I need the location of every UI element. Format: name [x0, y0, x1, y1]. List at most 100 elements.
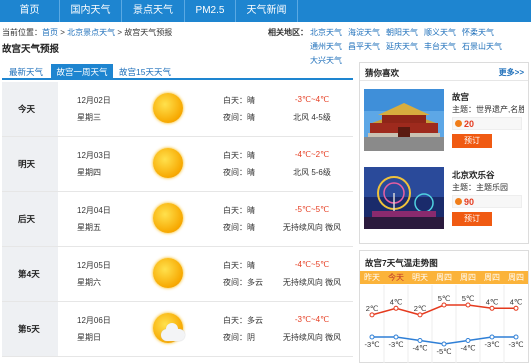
attraction-name[interactable]: 故宫 [452, 91, 469, 103]
breadcrumb: 当前位置：首页 > 北京景点天气 > 故宫天气预报 [2, 27, 172, 38]
forecast-day-row: 明天 12月03日 星期四 白天：晴 夜间：晴 -4℃~2℃ 北风 5-6级 [2, 137, 353, 192]
trend-day-row: 昨天 今天 明天 周四 周四 周四 周四 [360, 271, 528, 284]
daytime-weather: 白天：多云 [223, 316, 263, 325]
low-temp-label: -5℃ [436, 347, 452, 356]
recommend-title: 猜你喜欢 [365, 68, 400, 78]
high-temp-point [489, 305, 495, 311]
daytime-weather: 白天：晴 [223, 96, 255, 105]
nav-pm25[interactable]: PM2.5 [185, 0, 236, 22]
related-city-link[interactable]: 海淀天气 [348, 26, 380, 40]
page: { "nav": { "items": ["首页", "国内天气", "景点天气… [0, 0, 531, 363]
sunny-icon [149, 254, 187, 292]
low-temp-label: -3℃ [364, 340, 380, 349]
tab-latest-weather[interactable]: 最新天气 [2, 64, 50, 80]
page-title: 故宫天气预报 [2, 44, 60, 55]
day-weekday: 星期五 [77, 223, 101, 232]
trend-title: 故宫7天气温走势图 [365, 258, 438, 268]
high-temp-label: 5℃ [438, 294, 451, 303]
daytime-weather: 白天：晴 [223, 261, 255, 270]
related-city-link[interactable]: 昌平天气 [348, 40, 380, 54]
high-temp-label: 4℃ [510, 297, 523, 306]
low-temp-point [489, 334, 495, 340]
trend-day-label: 明天 [412, 273, 428, 282]
wind-info: 北风 5-6级 [293, 168, 331, 177]
price-icon [455, 120, 462, 127]
related-city-link[interactable]: 丰台天气 [424, 40, 456, 54]
related-label: 相关地区： [268, 28, 308, 37]
day-label: 第4天 [2, 247, 58, 301]
price-icon [455, 198, 462, 205]
recommend-panel: 猜你喜欢 更多>> 故宫 主题：世界遗产,名胜古迹 20 预订 [359, 62, 529, 244]
attraction-card: 故宫 主题：世界遗产,名胜古迹 20 预订 [362, 89, 528, 155]
high-temp-point [393, 305, 399, 311]
related-city-link[interactable]: 朝阳天气 [386, 26, 418, 40]
trend-day-label: 今天 [388, 273, 404, 282]
day-weekday: 星期日 [77, 333, 101, 342]
day-weekday: 星期四 [77, 168, 101, 177]
happy-valley-photo[interactable] [364, 167, 444, 229]
forbidden-city-photo[interactable] [364, 89, 444, 151]
high-temp-label: 4℃ [486, 297, 499, 306]
low-temp-label: -3℃ [484, 340, 500, 349]
day-label: 明天 [2, 137, 58, 191]
high-temp-point [417, 312, 423, 318]
related-city-link[interactable]: 北京天气 [310, 26, 342, 40]
top-nav: 首页 国内天气 景点天气 PM2.5 天气新闻 [0, 0, 531, 22]
forecast-rows: 今天 12月02日 星期三 白天：晴 夜间：晴 -3℃~4℃ 北风 4-5级 明天 12月03日… [2, 82, 353, 357]
high-temp-label: 2℃ [414, 304, 427, 313]
sunny-icon [149, 144, 187, 182]
temperature-range: -3℃~4℃ [294, 315, 330, 324]
forecast-day-row: 第5天 12月06日 星期日 白天：多云 夜间：阴 -3℃~4℃ 无持续风向 微风 [2, 302, 353, 357]
related-city-link[interactable]: 石景山天气 [462, 40, 502, 54]
high-temp-point [465, 302, 471, 308]
related-city-link[interactable]: 通州天气 [310, 40, 342, 54]
day-date: 12月05日 [77, 261, 111, 270]
attraction-name[interactable]: 北京欢乐谷 [452, 169, 495, 181]
trend-day-label: 周四 [436, 273, 452, 282]
breadcrumb-parent[interactable]: 北京景点天气 [67, 28, 115, 37]
nav-weather-news[interactable]: 天气新闻 [236, 0, 298, 22]
related-city-link[interactable]: 延庆天气 [386, 40, 418, 54]
sunny-icon [149, 199, 187, 237]
low-temp-label: -3℃ [388, 340, 404, 349]
low-temp-label: -4℃ [460, 344, 476, 353]
forecast-tabs: 最新天气 故宫一周天气 故宫15天天气 [2, 62, 353, 80]
day-date: 12月06日 [77, 316, 111, 325]
low-temp-label: -4℃ [412, 344, 428, 353]
wind-info: 无持续风向 微风 [282, 223, 342, 232]
temperature-range: -3℃~4℃ [294, 95, 330, 104]
day-date: 12月04日 [77, 206, 111, 215]
tab-15day-weather[interactable]: 故宫15天天气 [115, 64, 175, 80]
wind-info: 无持续风向 微风 [282, 278, 342, 287]
breadcrumb-home[interactable]: 首页 [42, 28, 58, 37]
low-temp-point [441, 341, 447, 347]
forecast-day-row: 后天 12月04日 星期五 白天：晴 夜间：晴 -5℃~5℃ 无持续风向 微风 [2, 192, 353, 247]
nav-domestic-weather[interactable]: 国内天气 [60, 0, 122, 22]
more-link[interactable]: 更多>> [499, 67, 524, 78]
related-city-link[interactable]: 怀柔天气 [462, 26, 494, 40]
high-temp-label: 5℃ [462, 294, 475, 303]
breadcrumb-sep: > [60, 28, 65, 37]
book-button[interactable]: 预订 [452, 212, 492, 226]
day-date: 12月02日 [77, 96, 111, 105]
nighttime-weather: 夜间：晴 [223, 168, 255, 177]
nav-home[interactable]: 首页 [0, 0, 60, 22]
attraction-theme: 主题：主题乐园 [452, 183, 508, 192]
low-temp-point [417, 338, 423, 343]
day-label: 后天 [2, 192, 58, 246]
price-value: 90 [464, 197, 475, 207]
partly-cloudy-icon [149, 309, 187, 347]
breadcrumb-sep: > [117, 28, 123, 37]
daytime-weather: 白天：晴 [223, 206, 255, 215]
forecast-day-row: 第4天 12月05日 星期六 白天：晴 夜间：多云 -4℃~5℃ 无持续风向 微风 [2, 247, 353, 302]
related-city-link[interactable]: 顺义天气 [424, 26, 456, 40]
book-button[interactable]: 预订 [452, 134, 492, 148]
nav-scenic-weather[interactable]: 景点天气 [122, 0, 185, 22]
nighttime-weather: 夜间：阴 [223, 333, 255, 342]
tab-week-weather[interactable]: 故宫一周天气 [51, 64, 113, 80]
nighttime-weather: 夜间：多云 [223, 278, 263, 287]
wind-info: 无持续风向 微风 [282, 333, 342, 342]
high-temp-label: 4℃ [390, 297, 403, 306]
wind-info: 北风 4-5级 [293, 113, 331, 122]
low-temp-label: -3℃ [508, 340, 524, 349]
